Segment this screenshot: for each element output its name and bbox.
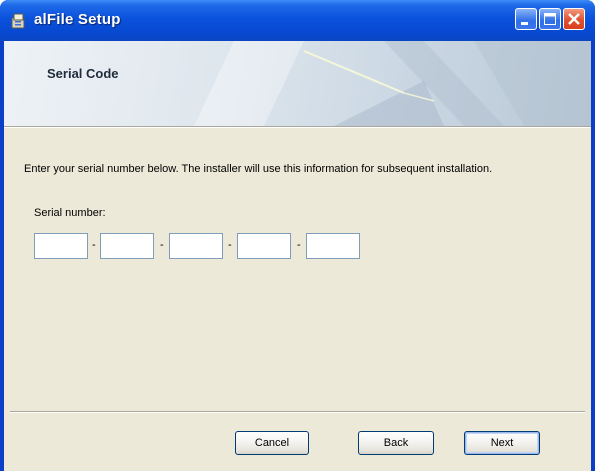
serial-separator: - [92, 239, 96, 251]
window-title: alFile Setup [34, 11, 121, 28]
serial-separator: - [160, 239, 164, 251]
serial-separator: - [228, 239, 232, 251]
minimize-icon [521, 22, 528, 25]
back-button[interactable]: Back [358, 431, 434, 455]
serial-field-1[interactable] [34, 233, 88, 259]
serial-number-label: Serial number: [34, 207, 106, 219]
maximize-button[interactable] [539, 8, 561, 30]
banner-graphic [194, 41, 591, 126]
next-button[interactable]: Next [464, 431, 540, 455]
serial-separator: - [297, 239, 301, 251]
footer-divider-highlight [10, 412, 585, 413]
header-banner: Serial Code [4, 41, 591, 126]
dialog-client-area: Serial Code Enter your serial number bel… [4, 41, 591, 471]
close-icon [568, 13, 580, 25]
serial-field-3[interactable] [169, 233, 223, 259]
instructions-text: Enter your serial number below. The inst… [24, 163, 493, 175]
page-title: Serial Code [47, 66, 119, 81]
serial-field-2[interactable] [100, 233, 154, 259]
maximize-icon [544, 13, 556, 25]
cancel-button[interactable]: Cancel [235, 431, 309, 455]
close-button[interactable] [563, 8, 585, 30]
serial-field-4[interactable] [237, 233, 291, 259]
serial-field-5[interactable] [306, 233, 360, 259]
minimize-button[interactable] [515, 8, 537, 30]
setup-window: alFile Setup Serial Code Enter your seri… [0, 0, 595, 471]
banner-divider-highlight [4, 127, 591, 128]
installer-icon [10, 12, 28, 30]
title-bar[interactable]: alFile Setup [0, 0, 595, 41]
